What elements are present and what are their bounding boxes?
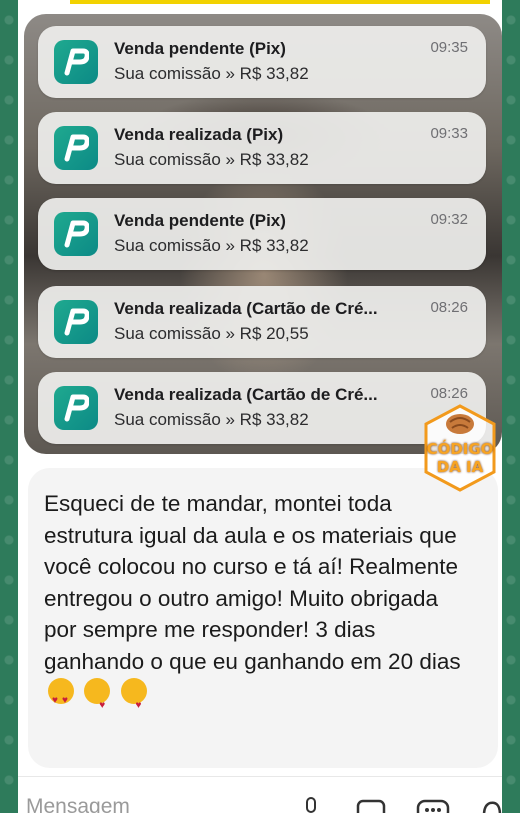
notification-body: Sua comissão » R$ 33,82	[114, 236, 309, 255]
notification-time: 08:26	[430, 299, 468, 316]
watermark-logo: CÓDIGO DA IA	[420, 402, 500, 494]
notification-time: 09:32	[430, 211, 468, 228]
message-composer: Mensagem	[18, 776, 502, 813]
payment-app-icon	[54, 126, 98, 170]
watermark-line-1: CÓDIGO	[426, 440, 494, 458]
kissing-heart-emoji: ♥	[120, 678, 147, 711]
payment-app-icon	[54, 386, 98, 430]
top-accent-bar	[70, 0, 490, 4]
chat-wallpaper-left	[0, 0, 18, 813]
shared-screenshot[interactable]: Venda pendente (Pix) Sua comissão » R$ 3…	[24, 14, 502, 454]
message-bubble[interactable]: Esqueci de te mandar, montei toda estrut…	[28, 468, 498, 768]
notification-card[interactable]: Venda pendente (Pix) Sua comissão » R$ 3…	[38, 198, 486, 270]
notification-card[interactable]: Venda pendente (Pix) Sua comissão » R$ 3…	[38, 26, 486, 98]
message-input[interactable]: Mensagem	[26, 795, 130, 813]
notification-title: Venda pendente (Pix)	[114, 211, 286, 230]
payment-app-icon	[54, 40, 98, 84]
notification-time: 08:26	[430, 385, 468, 402]
notification-title: Venda realizada (Pix)	[114, 125, 284, 144]
notification-body: Sua comissão » R$ 33,82	[114, 410, 309, 429]
notification-time: 09:33	[430, 125, 468, 142]
sticker-icon[interactable]	[416, 797, 450, 813]
attach-icon[interactable]	[480, 797, 502, 813]
notification-card[interactable]: Venda realizada (Cartão de Cré... Sua co…	[38, 372, 486, 444]
microphone-icon[interactable]	[302, 797, 320, 813]
notification-title: Venda pendente (Pix)	[114, 39, 286, 58]
chat-screen: Venda pendente (Pix) Sua comissão » R$ 3…	[18, 0, 502, 813]
payment-app-icon	[54, 212, 98, 256]
notification-card[interactable]: Venda realizada (Pix) Sua comissão » R$ …	[38, 112, 486, 184]
notification-body: Sua comissão » R$ 33,82	[114, 150, 309, 169]
message-text: Esqueci de te mandar, montei toda estrut…	[44, 491, 461, 674]
notification-card[interactable]: Venda realizada (Cartão de Cré... Sua co…	[38, 286, 486, 358]
payment-app-icon	[54, 300, 98, 344]
notification-title: Venda realizada (Cartão de Cré...	[114, 299, 378, 318]
notification-body: Sua comissão » R$ 33,82	[114, 64, 309, 83]
chat-wallpaper-right	[502, 0, 520, 813]
notification-body: Sua comissão » R$ 20,55	[114, 324, 309, 343]
heart-eyes-emoji: ♥ ♥	[48, 678, 74, 706]
notification-title: Venda realizada (Cartão de Cré...	[114, 385, 378, 404]
watermark-line-2: DA IA	[436, 458, 484, 476]
notification-time: 09:35	[430, 39, 468, 56]
camera-icon[interactable]	[356, 797, 386, 813]
kissing-heart-emoji: ♥	[84, 678, 111, 711]
